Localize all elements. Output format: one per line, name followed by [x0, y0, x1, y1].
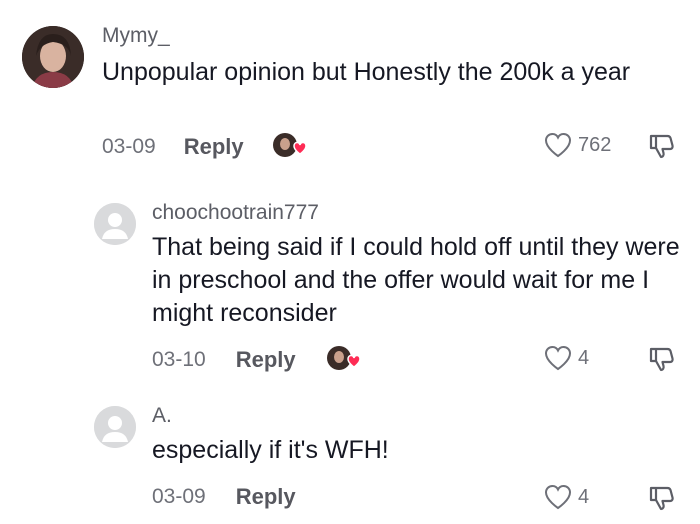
thumbs-down-icon: [649, 347, 674, 372]
comment-date: 03-09: [152, 485, 206, 508]
creator-heart-badge-icon: [326, 345, 361, 375]
heart-outline-icon: [544, 484, 572, 510]
reply-button[interactable]: Reply: [184, 134, 244, 160]
dislike-button[interactable]: [648, 132, 676, 165]
like-count: 4: [578, 346, 590, 369]
comment-item: A. especially if it's WFH! 03-09 Reply 4: [0, 390, 700, 524]
comment-text: Unpopular opinion but Honestly the 200k …: [102, 58, 631, 86]
username[interactable]: choochootrain777: [152, 201, 319, 225]
heart-outline-icon: [544, 345, 572, 371]
comment-text: That being said if I could hold off unti…: [152, 233, 680, 327]
thumbs-down-icon: [649, 134, 674, 159]
username[interactable]: Mymy_: [102, 24, 170, 48]
like-count: 4: [578, 485, 590, 508]
reply-button[interactable]: Reply: [236, 347, 296, 373]
comment-date: 03-10: [152, 348, 206, 371]
default-avatar-icon: [94, 203, 136, 245]
like-button[interactable]: 4: [544, 345, 589, 371]
like-count: 762: [578, 133, 612, 156]
avatar[interactable]: [22, 26, 84, 88]
dislike-button[interactable]: [648, 484, 676, 517]
avatar[interactable]: [94, 203, 136, 245]
avatar[interactable]: [94, 406, 136, 448]
reply-button[interactable]: Reply: [236, 484, 296, 510]
comment-text: especially if it's WFH!: [152, 436, 389, 464]
comment-meta: 03-10 Reply: [152, 345, 361, 375]
comment-item: choochootrain777 That being said if I co…: [0, 185, 700, 385]
comment-meta: 03-09 Reply: [152, 484, 296, 510]
like-button[interactable]: 4: [544, 484, 589, 510]
comment-item: Mymy_ Unpopular opinion but Honestly the…: [0, 0, 700, 180]
username[interactable]: A.: [152, 404, 172, 428]
dislike-button[interactable]: [648, 345, 676, 378]
heart-outline-icon: [544, 132, 572, 158]
comment-date: 03-09: [102, 135, 156, 158]
avatar-photo-icon: [22, 26, 84, 88]
creator-heart-badge-icon: [272, 132, 307, 162]
default-avatar-icon: [94, 406, 136, 448]
like-button[interactable]: 762: [544, 132, 611, 158]
comment-meta: 03-09 Reply: [102, 132, 307, 162]
thumbs-down-icon: [649, 486, 674, 511]
